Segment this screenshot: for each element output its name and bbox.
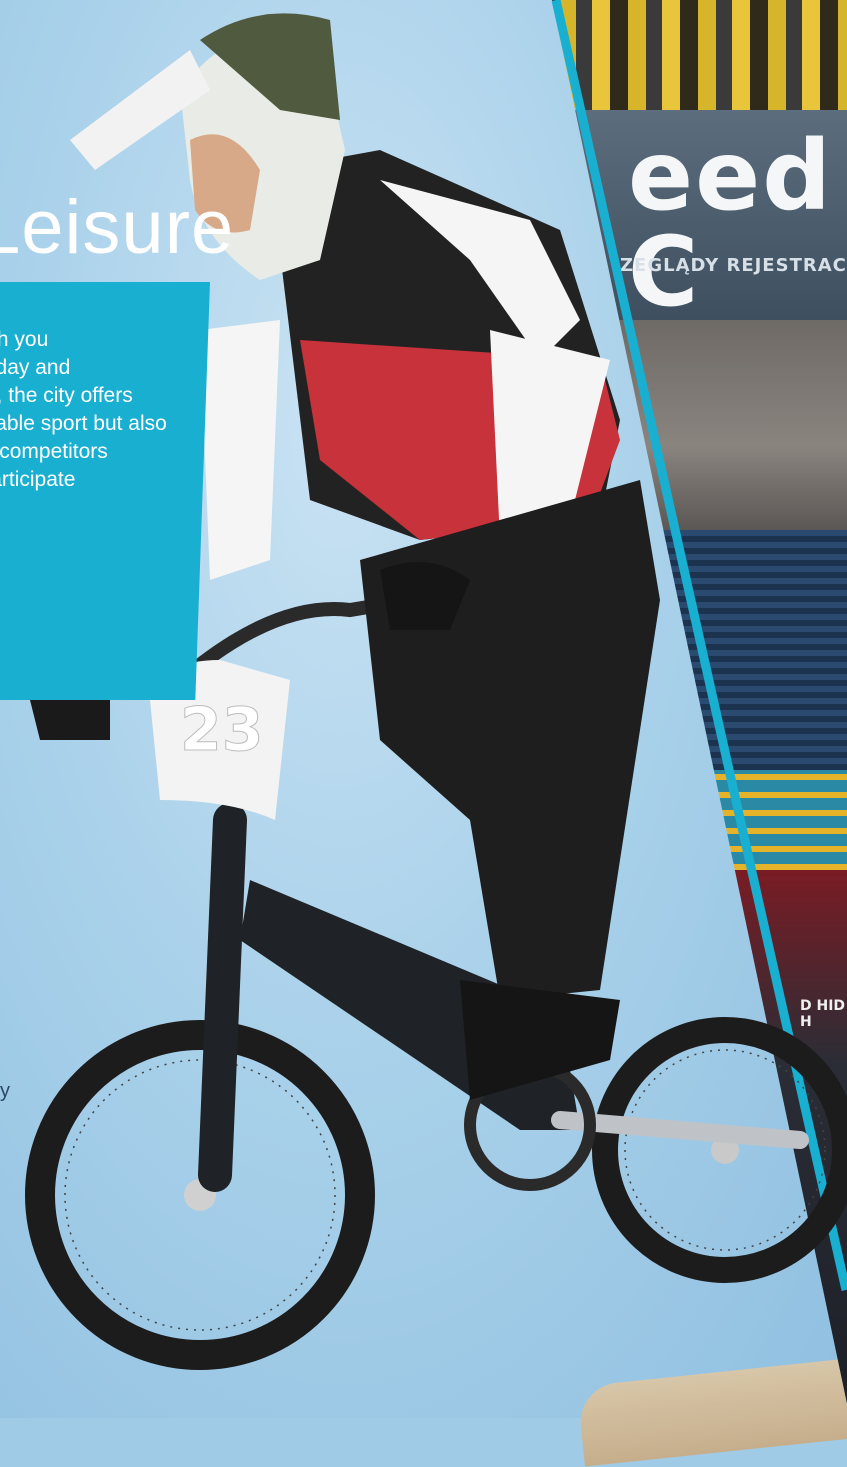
intro-line: hobbies, the city offers [0, 384, 133, 407]
intro-line: Poznań, which you [0, 328, 49, 351]
rear-wheel [592, 1017, 847, 1283]
intro-line: thousand competitors [0, 440, 108, 463]
intro-line: want to participate [0, 468, 76, 491]
intro-paragraph: Poznań, which you in everyday and hobbie… [0, 326, 200, 494]
edge-caption-fragment: y [0, 1080, 10, 1102]
section-heading-text: Leisure [0, 190, 235, 266]
section-heading: Leisure [0, 190, 300, 266]
front-wheel [25, 1020, 375, 1370]
intro-line: in everyday and [0, 356, 71, 379]
svg-text:23: 23 [180, 695, 264, 765]
intro-line: enjoyable sport but also [0, 412, 167, 435]
